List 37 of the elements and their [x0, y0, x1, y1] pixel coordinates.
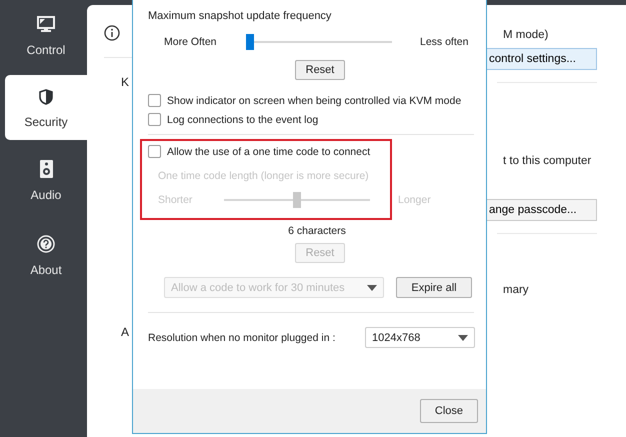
slider-thumb[interactable] [246, 34, 254, 50]
label-fragment: K [121, 75, 130, 89]
setting-description: t to this computer [502, 155, 592, 167]
caret-icon [458, 334, 468, 340]
length-title: One time code length (longer is more secure) [158, 170, 370, 182]
sidebar-tab[interactable]: Audio [5, 144, 87, 215]
resolution-label: Resolution when no monitor plugged in : [148, 332, 336, 344]
slider-min-label: More Often [164, 36, 218, 48]
help-icon [37, 235, 55, 253]
close-button[interactable]: Close [420, 399, 478, 423]
sidebar-tab[interactable]: About [5, 219, 87, 290]
speaker-icon [40, 160, 52, 178]
slider-max-label: Less often [419, 36, 470, 48]
checkbox-label: Show indicator on screen when being controlled via KVM mode [167, 94, 462, 106]
slider-max-label: Longer [397, 194, 432, 206]
checkbox-label: Allow the use of a one time code to connect [167, 146, 370, 158]
length-reading: 6 characters [288, 225, 346, 237]
setting-description: M mode) [502, 29, 550, 41]
setting-description: mary [502, 284, 530, 296]
shield-icon [39, 89, 53, 105]
sidebar-tab[interactable]: Control [5, 0, 87, 71]
slider-min-label: Shorter [158, 194, 194, 206]
checkbox[interactable] [148, 113, 161, 126]
checkbox-label: Log connections to the event log [167, 114, 318, 126]
settings-button[interactable]: ange passcode... [487, 199, 597, 221]
checkbox[interactable] [148, 94, 161, 107]
monitor-icon [37, 16, 55, 33]
label-fragment: A [121, 325, 130, 339]
reset-button[interactable]: Reset [294, 60, 346, 80]
resolution-dropdown[interactable]: 1024x768 [365, 327, 475, 348]
slider[interactable] [246, 34, 392, 50]
section-title: Maximum snapshot update frequency [148, 10, 332, 22]
sidebar-tab[interactable]: Security [5, 75, 87, 140]
caret-icon [367, 284, 377, 290]
info-icon [104, 25, 120, 41]
slider[interactable] [224, 192, 370, 208]
settings-button[interactable]: control settings... [487, 48, 597, 70]
